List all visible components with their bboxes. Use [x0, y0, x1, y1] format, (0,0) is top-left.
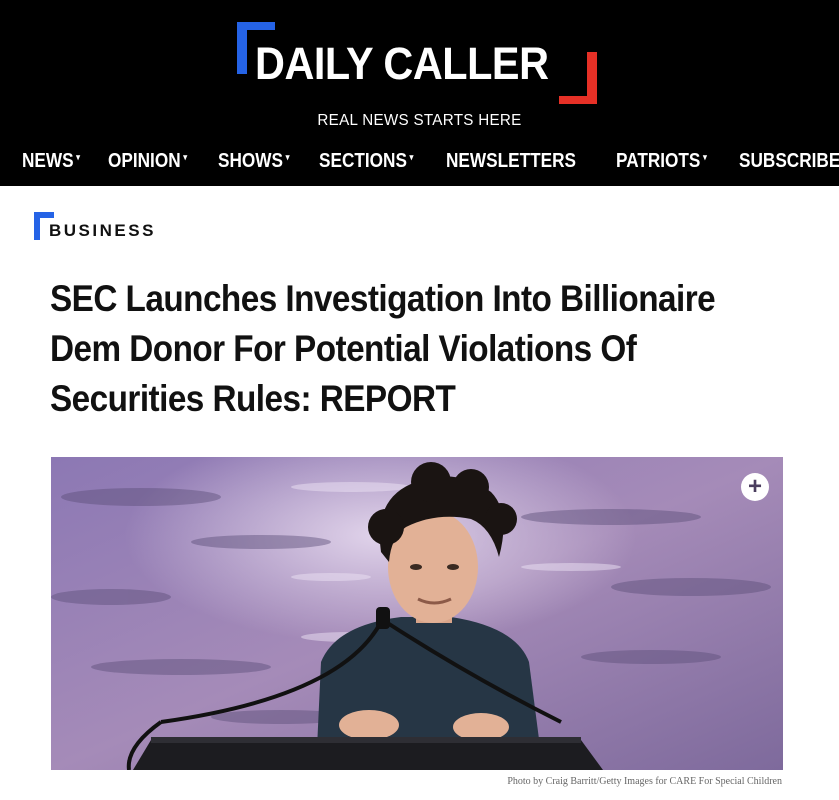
caret-down-icon: ▾: [702, 151, 707, 162]
nav-item-shows[interactable]: SHOWS ▾: [218, 150, 289, 173]
site-logo[interactable]: DAILY CALLER: [237, 22, 597, 104]
nav-item-sections[interactable]: SECTIONS ▾: [319, 150, 413, 173]
nav-item-label: SHOWS: [217, 149, 283, 172]
photo-caption: Photo by Craig Barritt/Getty Images for …: [507, 776, 782, 787]
article-headline: SEC Launches Investigation Into Billiona…: [50, 278, 716, 419]
photo-image: [51, 457, 783, 770]
nav-item-label: NEWS: [22, 149, 74, 172]
main-nav: NEWS ▾ OPINION ▾ SHOWS ▾ SECTIONS ▾ NEWSLETT…: [22, 147, 839, 175]
category-bracket-top: [34, 212, 54, 218]
nav-item-label: OPINION: [107, 149, 181, 172]
logo-blue-bracket-top: [237, 22, 275, 30]
nav-item-newsletters[interactable]: NEWSLETTERS: [446, 150, 576, 173]
logo-text: DAILY CALLER: [255, 38, 549, 89]
category-label: BUSINESS: [49, 221, 156, 240]
caret-down-icon: ▾: [409, 151, 414, 162]
nav-item-label: PATRIOTS: [615, 149, 700, 172]
caret-down-icon: ▾: [76, 151, 81, 162]
nav-item-label: SUBSCRIBE: [739, 149, 839, 172]
nav-item-label: NEWSLETTERS: [446, 149, 577, 172]
nav-item-opinion[interactable]: OPINION ▾: [108, 150, 187, 173]
caret-down-icon: ▾: [285, 151, 289, 162]
plus-circle-icon: +: [747, 473, 762, 500]
expand-photo-button[interactable]: +: [741, 473, 769, 501]
nav-item-patriots[interactable]: PATRIOTS ▾: [616, 150, 707, 173]
site-tagline: REAL NEWS STARTS HERE: [317, 112, 522, 129]
nav-item-news[interactable]: NEWS ▾: [22, 150, 80, 173]
article-photo[interactable]: +: [51, 457, 783, 770]
caret-down-icon: ▾: [182, 151, 187, 162]
site-header: DAILY CALLER REAL NEWS STARTS HERE NEWS ▾…: [0, 0, 839, 186]
logo-red-bracket-bottom: [559, 96, 597, 104]
nav-item-label: SECTIONS: [318, 149, 407, 172]
nav-item-subscribe[interactable]: SUBSCRIBE: [739, 150, 839, 173]
